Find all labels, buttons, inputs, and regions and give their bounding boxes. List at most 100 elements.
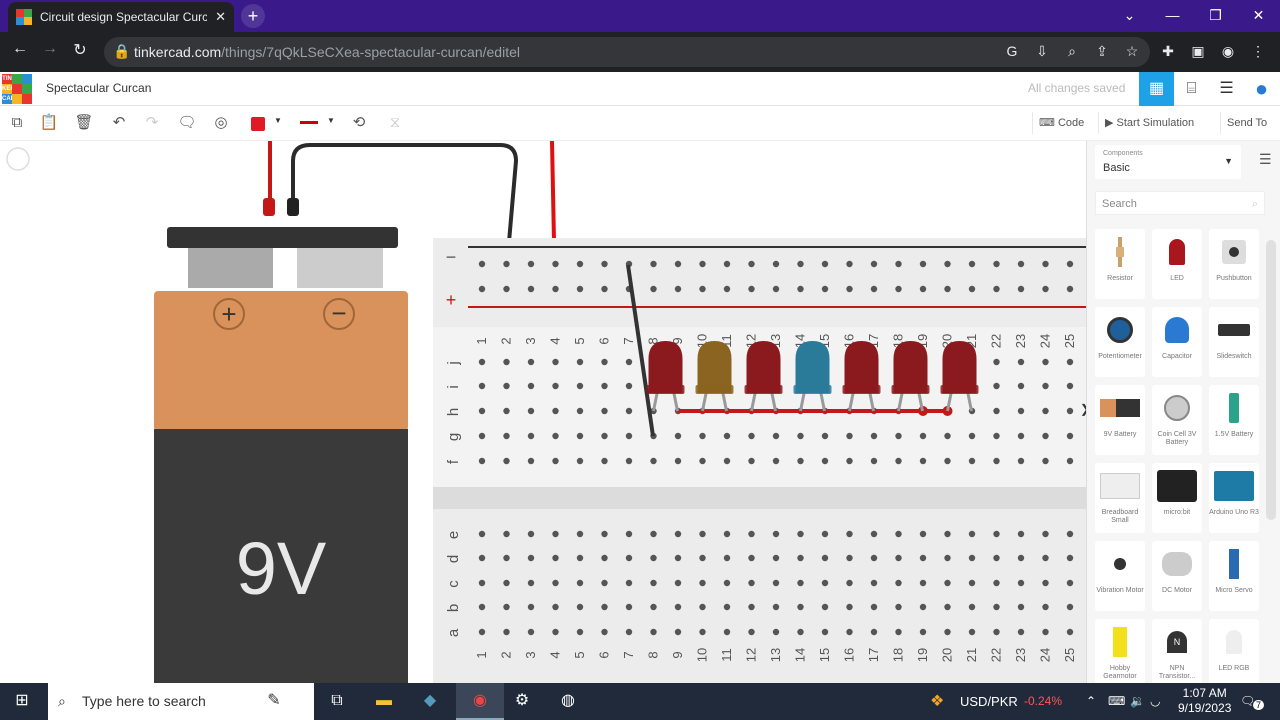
terminal-hole[interactable] bbox=[625, 603, 633, 611]
terminal-hole[interactable] bbox=[1066, 382, 1074, 390]
terminal-hole[interactable] bbox=[993, 457, 1000, 465]
rail-hole[interactable] bbox=[699, 260, 706, 268]
chrome-icon[interactable]: ◉ bbox=[468, 689, 492, 713]
terminal-hole[interactable] bbox=[625, 579, 633, 587]
circuit-workspace[interactable]: + − 9V − + 1 1 2 2 3 3 4 4 5 5 6 6 7 7 8 8 9 9 10 10 11 11 12 1… bbox=[0, 141, 1086, 683]
terminal-hole[interactable] bbox=[1017, 628, 1025, 636]
terminal-hole[interactable] bbox=[552, 382, 559, 390]
terminal-hole[interactable] bbox=[601, 579, 608, 587]
rail-hole[interactable] bbox=[919, 285, 927, 293]
back-icon[interactable]: ← bbox=[8, 40, 32, 58]
terminal-hole[interactable] bbox=[846, 530, 853, 538]
rail-hole[interactable] bbox=[650, 260, 657, 268]
terminal-hole[interactable] bbox=[625, 382, 633, 390]
extensions-icon[interactable]: ✚ bbox=[1158, 43, 1178, 60]
terminal-hole[interactable] bbox=[723, 457, 731, 465]
rail-hole[interactable] bbox=[503, 260, 510, 268]
rail-hole[interactable] bbox=[650, 285, 657, 293]
rail-hole[interactable] bbox=[919, 260, 927, 268]
panel-scrollbar[interactable] bbox=[1266, 240, 1276, 520]
terminal-hole[interactable] bbox=[1042, 554, 1049, 562]
rail-hole[interactable] bbox=[527, 285, 535, 293]
tray-chevron-icon[interactable]: ⌃ bbox=[1086, 683, 1096, 720]
volume-icon[interactable]: 🔉 bbox=[1130, 683, 1145, 720]
terminal-hole[interactable] bbox=[846, 603, 853, 611]
terminal-hole[interactable] bbox=[576, 530, 584, 538]
rail-hole[interactable] bbox=[895, 260, 902, 268]
rail-hole[interactable] bbox=[601, 260, 608, 268]
rail-hole[interactable] bbox=[674, 260, 682, 268]
terminal-hole[interactable] bbox=[625, 432, 633, 440]
terminal-hole[interactable] bbox=[723, 603, 731, 611]
component-tile[interactable]: 1.5V Battery bbox=[1209, 385, 1259, 455]
terminal-hole[interactable] bbox=[1066, 530, 1074, 538]
terminal-hole[interactable] bbox=[650, 554, 657, 562]
lock-icon[interactable]: 🔒 bbox=[112, 43, 132, 60]
rail-hole[interactable] bbox=[895, 285, 902, 293]
terminal-hole[interactable] bbox=[478, 432, 486, 440]
bookmark-star-icon[interactable]: ☆ bbox=[1122, 43, 1142, 60]
terminal-hole[interactable] bbox=[748, 628, 755, 636]
terminal-hole[interactable] bbox=[870, 628, 878, 636]
terminal-hole[interactable] bbox=[674, 457, 682, 465]
tab-search-icon[interactable]: ⌄ bbox=[1108, 0, 1151, 30]
reload-icon[interactable]: ↻ bbox=[68, 40, 92, 60]
component-search-input[interactable]: Search ⌕ bbox=[1095, 191, 1265, 215]
terminal-hole[interactable] bbox=[821, 554, 829, 562]
terminal-hole[interactable] bbox=[576, 628, 584, 636]
terminal-hole[interactable] bbox=[772, 530, 780, 538]
terminal-hole[interactable] bbox=[1017, 432, 1025, 440]
terminal-hole[interactable] bbox=[895, 628, 902, 636]
rail-hole[interactable] bbox=[993, 260, 1000, 268]
terminal-hole[interactable] bbox=[625, 358, 633, 366]
terminal-hole[interactable] bbox=[870, 579, 878, 587]
terminal-hole[interactable] bbox=[993, 432, 1000, 440]
terminal-hole[interactable] bbox=[772, 579, 780, 587]
terminal-hole[interactable] bbox=[1042, 603, 1049, 611]
install-icon[interactable]: ⇩ bbox=[1032, 43, 1052, 60]
rail-hole[interactable] bbox=[478, 260, 486, 268]
terminal-hole[interactable] bbox=[674, 432, 682, 440]
rail-hole[interactable] bbox=[772, 285, 780, 293]
component-tile[interactable]: Slideswitch bbox=[1209, 307, 1259, 377]
rotate-icon[interactable]: ⟲ bbox=[348, 112, 370, 134]
rail-hole[interactable] bbox=[478, 285, 486, 293]
terminal-hole[interactable] bbox=[478, 628, 486, 636]
terminal-hole[interactable] bbox=[870, 554, 878, 562]
project-name[interactable]: Spectacular Curcan bbox=[46, 81, 151, 95]
terminal-hole[interactable] bbox=[1066, 603, 1074, 611]
terminal-hole[interactable] bbox=[748, 432, 755, 440]
terminal-hole[interactable] bbox=[1042, 432, 1049, 440]
terminal-hole[interactable] bbox=[478, 358, 486, 366]
terminal-hole[interactable] bbox=[748, 457, 755, 465]
rail-hole[interactable] bbox=[748, 285, 755, 293]
terminal-hole[interactable] bbox=[1066, 358, 1074, 366]
rail-hole[interactable] bbox=[527, 260, 535, 268]
terminal-hole[interactable] bbox=[846, 579, 853, 587]
new-tab-button[interactable]: + bbox=[241, 4, 265, 28]
copy-icon[interactable]: ⧉ bbox=[6, 112, 28, 134]
color-dropdown-icon[interactable]: ▼ bbox=[274, 116, 282, 125]
rail-hole[interactable] bbox=[723, 285, 731, 293]
terminal-hole[interactable] bbox=[1066, 554, 1074, 562]
share-icon[interactable]: ⇪ bbox=[1092, 43, 1112, 60]
terminal-hole[interactable] bbox=[748, 579, 755, 587]
terminal-hole[interactable] bbox=[968, 628, 976, 636]
terminal-hole[interactable] bbox=[527, 432, 535, 440]
terminal-hole[interactable] bbox=[919, 554, 927, 562]
terminal-hole[interactable] bbox=[503, 628, 510, 636]
terminal-hole[interactable] bbox=[993, 382, 1000, 390]
component-tile[interactable]: LED RGB bbox=[1209, 619, 1259, 683]
undo-icon[interactable]: ↶ bbox=[108, 112, 130, 134]
terminal-hole[interactable] bbox=[821, 530, 829, 538]
component-tile[interactable]: Pushbutton bbox=[1209, 229, 1259, 299]
settings-gear-icon[interactable]: ⚙ bbox=[510, 689, 534, 713]
terminal-hole[interactable] bbox=[919, 603, 927, 611]
component-tile[interactable]: Breadboard Small bbox=[1095, 463, 1145, 533]
terminal-hole[interactable] bbox=[650, 579, 657, 587]
terminal-hole[interactable] bbox=[723, 628, 731, 636]
rail-hole[interactable] bbox=[797, 260, 804, 268]
terminal-hole[interactable] bbox=[576, 554, 584, 562]
terminal-hole[interactable] bbox=[772, 628, 780, 636]
component-tile[interactable]: Capacitor bbox=[1152, 307, 1202, 377]
